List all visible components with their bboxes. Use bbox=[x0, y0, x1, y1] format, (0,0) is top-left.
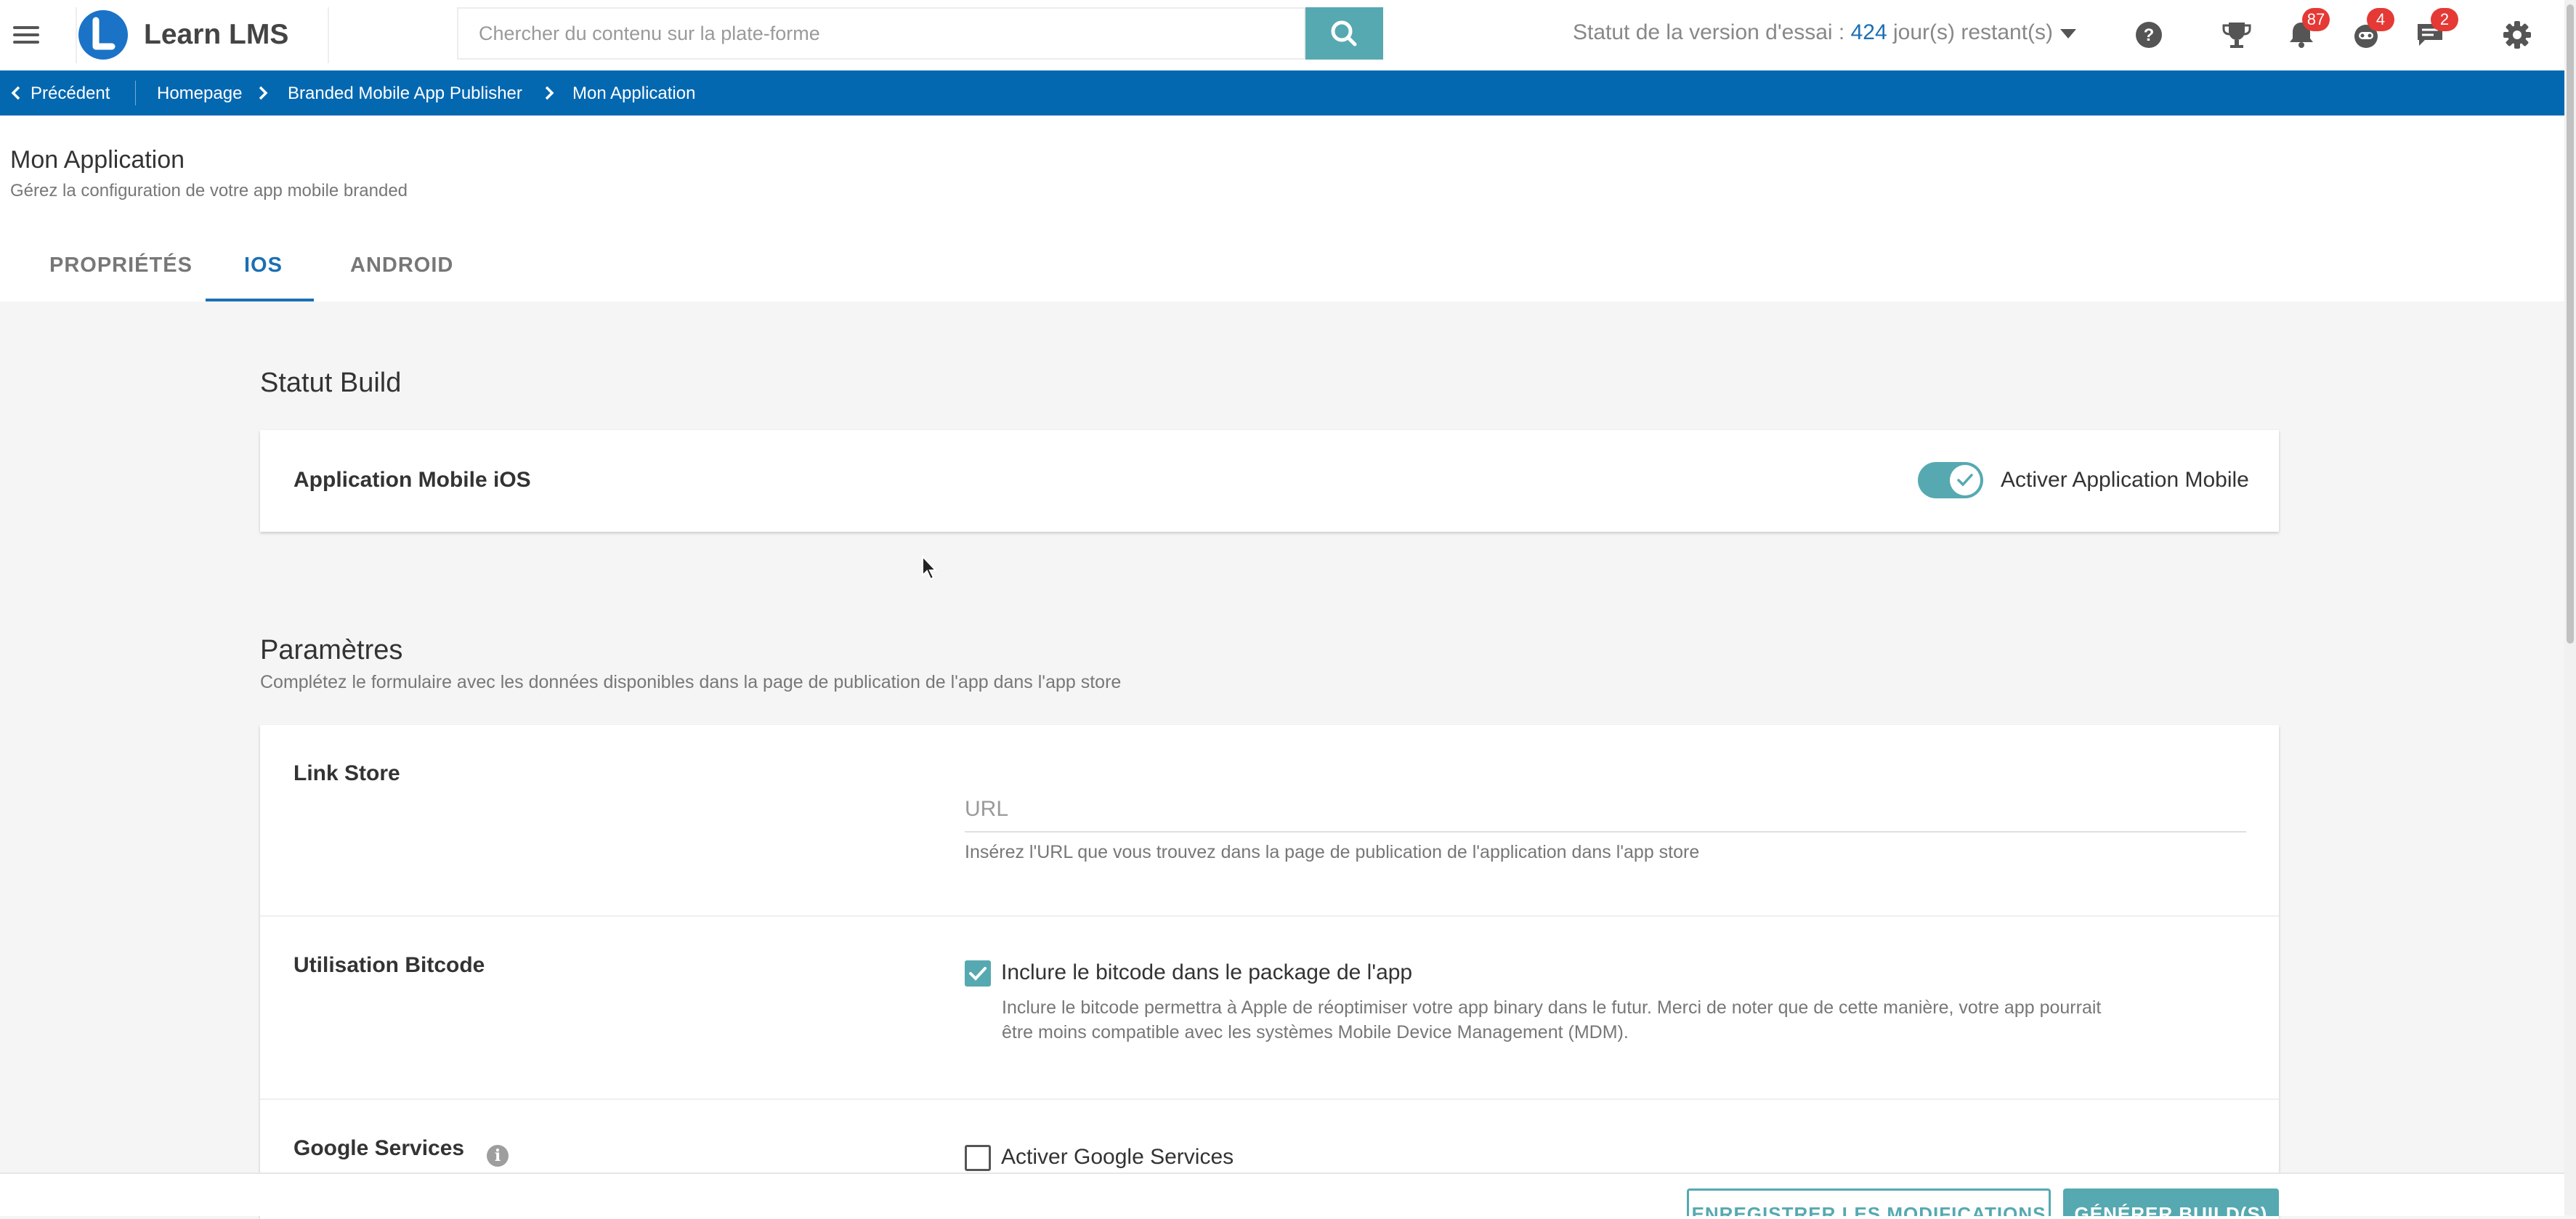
caret-down-icon bbox=[2060, 28, 2077, 39]
chevron-right-icon bbox=[259, 86, 268, 100]
notifications-badge: 87 bbox=[2302, 8, 2330, 31]
page-header: Mon Application Gérez la configuration d… bbox=[0, 116, 2564, 301]
robot-icon[interactable]: 4 bbox=[2349, 8, 2394, 52]
settings-title: Paramètres bbox=[260, 635, 403, 665]
activate-app-toggle[interactable] bbox=[1918, 462, 1983, 498]
app-name: Learn LMS bbox=[144, 19, 289, 50]
google-services-checkbox-label[interactable]: Activer Google Services bbox=[1001, 1145, 1234, 1170]
mouse-cursor-icon bbox=[922, 555, 938, 580]
search-box bbox=[457, 7, 1307, 60]
messages-icon[interactable]: 2 bbox=[2413, 8, 2458, 52]
link-store-label: Link Store bbox=[293, 761, 400, 785]
tab-proprietes[interactable]: PROPRIÉTÉS bbox=[49, 254, 193, 278]
trial-status[interactable]: Statut de la version d'essai : 424 jour(… bbox=[1573, 20, 2077, 45]
save-changes-button[interactable]: ENREGISTRER LES MODIFICATIONS bbox=[1687, 1188, 2051, 1216]
info-icon[interactable]: i bbox=[487, 1145, 509, 1167]
trial-suffix: jour(s) restant(s) bbox=[1887, 20, 2054, 44]
generate-builds-button[interactable]: GÉNÉRER BUILD(S) bbox=[2063, 1188, 2279, 1216]
url-input[interactable] bbox=[965, 787, 2246, 833]
check-icon bbox=[1957, 474, 1973, 487]
breadcrumb-item-current: Mon Application bbox=[572, 84, 696, 103]
chevron-right-icon bbox=[545, 86, 554, 100]
trial-prefix: Statut de la version d'essai : bbox=[1573, 20, 1851, 44]
bitcode-checkbox-label[interactable]: Inclure le bitcode dans le package de l'… bbox=[1001, 960, 1412, 985]
search-icon bbox=[1331, 20, 1357, 46]
help-icon[interactable]: ? bbox=[2132, 18, 2166, 52]
tab-android[interactable]: ANDROID bbox=[350, 254, 453, 278]
trial-days: 424 bbox=[1850, 20, 1887, 44]
toggle-label[interactable]: Activer Application Mobile bbox=[2001, 468, 2249, 493]
build-status-card: Application Mobile iOS Activer Applicati… bbox=[260, 430, 2279, 532]
svg-text:?: ? bbox=[2144, 25, 2155, 45]
chevron-left-icon bbox=[11, 86, 20, 100]
page-title: Mon Application bbox=[10, 146, 185, 174]
breadcrumb: Précédent Homepage Branded Mobile App Pu… bbox=[0, 70, 2564, 116]
tab-ios[interactable]: IOS bbox=[244, 254, 283, 278]
gear-icon[interactable] bbox=[2500, 18, 2534, 52]
google-services-row: Google Services i bbox=[293, 1136, 526, 1173]
active-tab-indicator bbox=[206, 299, 314, 301]
bitcode-checkbox[interactable] bbox=[965, 960, 991, 987]
build-status-title: Statut Build bbox=[260, 368, 402, 398]
page-subtitle: Gérez la configuration de votre app mobi… bbox=[10, 181, 408, 201]
toggle-knob bbox=[1950, 465, 1980, 495]
google-services-label: Google Services bbox=[293, 1136, 465, 1160]
google-services-checkbox[interactable] bbox=[965, 1145, 991, 1171]
trophy-icon[interactable] bbox=[2220, 18, 2253, 52]
breadcrumb-divider bbox=[135, 81, 136, 105]
search-input[interactable] bbox=[458, 9, 1307, 58]
bitcode-label: Utilisation Bitcode bbox=[293, 953, 485, 977]
top-header: Learn LMS Statut de la version d'essai :… bbox=[0, 0, 2564, 72]
breadcrumb-item-publisher[interactable]: Branded Mobile App Publisher bbox=[288, 84, 522, 104]
bitcode-hint-line2: être moins compatible avec les systèmes … bbox=[1002, 1022, 1629, 1042]
check-icon bbox=[969, 967, 987, 981]
notifications-icon[interactable]: 87 bbox=[2285, 8, 2330, 52]
scrollbar-thumb[interactable] bbox=[2567, 4, 2574, 644]
robot-badge: 4 bbox=[2367, 8, 2394, 31]
page-scrollbar[interactable] bbox=[2564, 0, 2576, 1215]
row-divider bbox=[260, 915, 2279, 917]
breadcrumb-item-homepage[interactable]: Homepage bbox=[157, 84, 242, 104]
app-logo[interactable]: Learn LMS bbox=[76, 7, 329, 63]
logo-icon bbox=[78, 10, 128, 60]
row-divider bbox=[260, 1098, 2279, 1100]
url-hint: Insérez l'URL que vous trouvez dans la p… bbox=[965, 842, 1700, 862]
search-button[interactable] bbox=[1305, 7, 1383, 60]
menu-icon[interactable] bbox=[13, 22, 39, 48]
back-link[interactable]: Précédent bbox=[31, 84, 110, 104]
messages-badge: 2 bbox=[2431, 8, 2458, 31]
footer-actions: ENREGISTRER LES MODIFICATIONS GÉNÉRER BU… bbox=[0, 1173, 2564, 1216]
bitcode-hint-line1: Inclure le bitcode permettra à Apple de … bbox=[1002, 997, 2102, 1018]
settings-subtitle: Complétez le formulaire avec les données… bbox=[260, 672, 1122, 692]
settings-card: Link Store Insérez l'URL que vous trouve… bbox=[260, 725, 2279, 1219]
ios-app-label: Application Mobile iOS bbox=[293, 468, 531, 492]
